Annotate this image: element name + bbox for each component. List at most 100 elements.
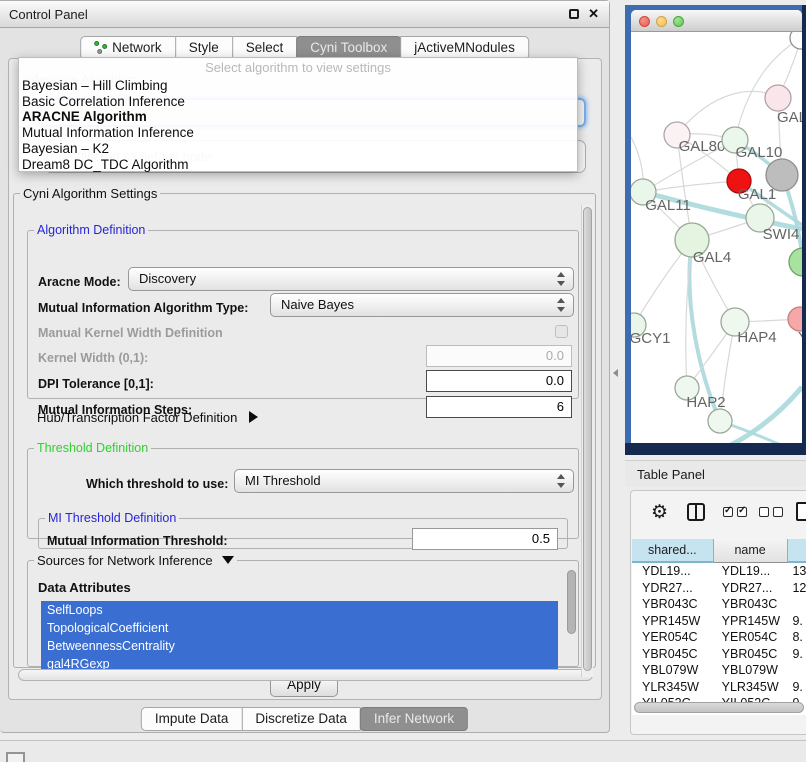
network-node[interactable] [789,248,802,276]
settings-vertical-scrollbar[interactable] [581,205,593,677]
window-close-button[interactable] [639,16,650,27]
aracne-mode-value: Discovery [139,271,196,286]
network-edge[interactable] [677,91,778,135]
network-window-titlebar[interactable] [631,10,802,32]
settings-horizontal-scrollbar[interactable] [18,669,593,681]
settings-group-title: Cyni Algorithm Settings [20,186,160,201]
dropdown-item[interactable]: Mutual Information Inference [19,125,577,141]
select-all-checkboxes-icon[interactable] [723,507,747,517]
table-horizontal-scrollbar[interactable] [634,702,804,713]
cell-shared-name: YPR145W [632,613,714,630]
tab-label: Impute Data [155,711,229,726]
network-node-label: Y [798,329,802,346]
mi-steps-input[interactable]: 6 [426,396,572,418]
table-panel-title: Table Panel [637,467,705,482]
dropdown-item[interactable]: Dream8 DC_TDC Algorithm [19,157,577,173]
dropdown-item[interactable]: Basic Correlation Inference [19,94,577,110]
network-node-label: HAP4 [737,329,776,346]
cell-value: 9. [787,613,806,630]
network-node-label: GAL4 [693,249,731,266]
expand-right-icon [249,411,258,423]
tab-infer-network[interactable]: Infer Network [360,707,468,731]
cell-name: YBR043C [714,596,788,613]
network-node[interactable] [765,85,791,111]
splitter-arrow-icon[interactable] [613,369,618,377]
column-header-shared[interactable]: shared... [632,539,714,563]
table-row[interactable]: YDL19... YDL19... 13 [632,563,806,580]
dpi-tolerance-input[interactable]: 0.0 [426,370,572,392]
kernel-width-input[interactable]: 0.0 [426,345,572,367]
table-row[interactable]: YBL079W YBL079W [632,662,806,679]
table-row[interactable]: YDR27... YDR27... 12 [632,580,806,597]
deselect-all-checkboxes-icon[interactable] [759,507,783,517]
network-node[interactable] [788,307,802,331]
sources-group: Sources for Network Inference Data Attri… [27,553,579,667]
close-icon[interactable]: ✕ [588,6,599,22]
window-minimize-button[interactable] [656,16,667,27]
columns-icon[interactable] [687,503,705,521]
window-zoom-button[interactable] [673,16,684,27]
node-table: shared... name YDL19... YDL19... 13 YDR2… [632,539,806,715]
attribute-item-selected[interactable]: SelfLoops [41,601,558,619]
attribute-item-selected[interactable]: TopologicalCoefficient [41,619,558,637]
cell-value: 8. [787,629,806,646]
table-row[interactable]: YBR043C YBR043C [632,596,806,613]
list-scrollbar[interactable] [567,570,576,634]
cell-shared-name: YDL19... [632,563,714,580]
table-row[interactable]: YBR045C YBR045C 9. [632,646,806,663]
document-icon[interactable] [796,502,806,521]
dropdown-items: Bayesian – Hill Climbing Basic Correlati… [19,78,577,172]
algorithm-dropdown-list: Select algorithm to view settings Bayesi… [18,57,578,172]
table-row[interactable]: YER054C YER054C 8. [632,629,806,646]
dropdown-item[interactable]: ARACNE Algorithm [19,109,577,125]
attribute-item-selected[interactable]: BetweennessCentrality [41,637,558,655]
data-attributes-list[interactable]: SelfLoops TopologicalCoefficient Between… [41,601,558,677]
network-node[interactable] [790,32,802,49]
cyni-algorithm-settings-group: Cyni Algorithm Settings Algorithm Defini… [13,186,596,668]
bottom-tabs: Impute Data Discretize Data Infer Networ… [142,707,468,731]
network-node[interactable] [708,409,732,433]
hub-definition-toggle[interactable]: Hub/Transcription Factor Definition [37,410,258,425]
network-edge[interactable] [731,387,802,443]
column-header-partial[interactable] [788,539,806,563]
scrollbar-thumb[interactable] [583,207,592,671]
float-icon[interactable] [569,9,579,19]
network-node-label: GCY1 [631,330,670,347]
hub-definition-label: Hub/Transcription Factor Definition [37,410,237,425]
which-threshold-combobox[interactable]: MI Threshold [234,469,574,493]
cell-shared-name: YER054C [632,629,714,646]
tab-impute-data[interactable]: Impute Data [141,707,243,731]
cell-value [787,662,806,679]
manual-kernel-checkbox[interactable] [555,325,568,338]
aracne-mode-label: Aracne Mode: [38,275,121,289]
table-row[interactable]: YLR345W YLR345W 9. [632,679,806,696]
table-row[interactable]: YPR145W YPR145W 9. [632,613,806,630]
column-header-name[interactable]: name [714,539,788,563]
sources-title: Sources for Network Inference [34,553,237,568]
stepper-icon [557,298,566,312]
aracne-mode-combobox[interactable]: Discovery [128,267,574,291]
cell-name: YDR27... [714,580,788,597]
sources-title-text: Sources for Network Inference [37,553,213,568]
table-header-row: shared... name [632,539,806,563]
tab-label: Discretize Data [255,711,347,726]
network-canvas[interactable]: GALGAL80GAL10GAL1GAL11SWI4GAL4GCY1HAP4YH… [631,32,802,443]
gear-icon[interactable]: ⚙ [651,501,668,524]
network-node[interactable] [766,159,798,191]
mi-type-combobox[interactable]: Naive Bayes [270,293,574,317]
network-node-label: GAL1 [738,186,776,203]
stepper-icon [557,474,566,488]
screen: Control Panel ✕ Network Style Select Cyn… [0,0,806,762]
bottom-strip [0,740,806,762]
tab-label: Infer Network [374,711,454,726]
dpi-tolerance-label: DPI Tolerance [0,1]: [38,377,154,391]
mi-threshold-input[interactable]: 0.5 [412,528,558,550]
dropdown-item[interactable]: Bayesian – K2 [19,141,577,157]
dropdown-item[interactable]: Bayesian – Hill Climbing [19,78,577,94]
cell-shared-name: YDR27... [632,580,714,597]
threshold-definition-title: Threshold Definition [34,441,151,455]
cell-name: YBL079W [714,662,788,679]
collapse-down-icon[interactable] [222,556,234,564]
tab-discretize-data[interactable]: Discretize Data [241,707,361,731]
window-grip-icon[interactable] [6,752,25,762]
